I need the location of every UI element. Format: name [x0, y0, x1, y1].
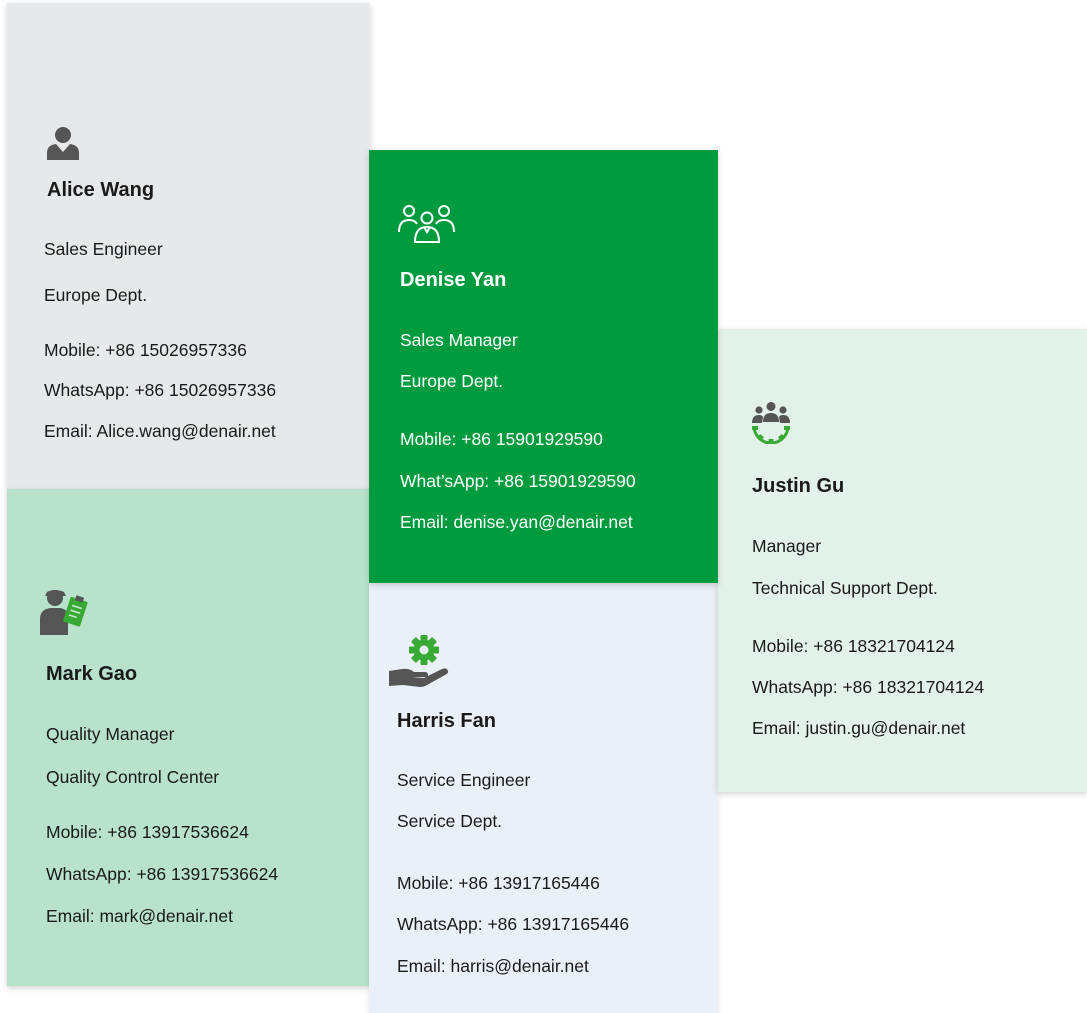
contact-email[interactable]: Email: mark@denair.net: [46, 906, 233, 927]
contact-department: Quality Control Center: [46, 767, 220, 787]
contact-card-mark-gao: Mark Gao Quality Manager Quality Control…: [7, 489, 370, 986]
contact-whatsapp: What’sApp: +86 15901929590: [400, 471, 636, 491]
contact-name: Alice Wang: [47, 179, 155, 201]
contact-mobile: Mobile: +86 15026957336: [44, 340, 247, 360]
contact-card-alice-wang: Alice Wang Sales Engineer Europe Dept. M…: [7, 3, 370, 489]
contact-title: Sales Engineer: [44, 239, 163, 259]
inspector-clipboard-icon: [40, 590, 88, 635]
contact-name: Harris Fan: [397, 710, 496, 732]
contact-name: Mark Gao: [46, 663, 138, 685]
contact-email[interactable]: Email: denise.yan@denair.net: [400, 512, 633, 533]
contact-mobile: Mobile: +86 18321704124: [752, 636, 955, 656]
contact-department: Europe Dept.: [400, 371, 504, 391]
contact-title: Manager: [752, 536, 822, 556]
team-icon: [398, 205, 455, 243]
contact-department: Europe Dept.: [44, 285, 148, 305]
contact-mobile: Mobile: +86 13917536624: [46, 822, 249, 842]
contact-email[interactable]: Email: Alice.wang@denair.net: [44, 421, 276, 442]
hand-gear-icon: [389, 635, 449, 687]
contact-name: Justin Gu: [752, 475, 845, 497]
contact-department: Service Dept.: [397, 811, 503, 831]
contact-whatsapp: WhatsApp: +86 13917536624: [46, 864, 279, 884]
contact-title: Service Engineer: [397, 770, 531, 790]
contact-whatsapp: WhatsApp: +86 18321704124: [752, 677, 985, 697]
contact-card-denise-yan: Denise Yan Sales Manager Europe Dept. Mo…: [369, 150, 718, 583]
contact-title: Quality Manager: [46, 724, 175, 744]
contact-card-justin-gu: Justin Gu Manager Technical Support Dept…: [718, 329, 1087, 792]
contact-name: Denise Yan: [400, 269, 507, 291]
contact-mobile: Mobile: +86 13917165446: [397, 873, 600, 893]
contact-mobile: Mobile: +86 15901929590: [400, 429, 603, 449]
contact-whatsapp: WhatsApp: +86 13917165446: [397, 914, 630, 934]
contact-whatsapp: WhatsApp: +86 15026957336: [44, 380, 277, 400]
contact-department: Technical Support Dept.: [752, 578, 938, 598]
contact-email[interactable]: Email: justin.gu@denair.net: [752, 718, 965, 739]
contact-title: Sales Manager: [400, 330, 518, 350]
person-icon: [47, 127, 79, 160]
team-gear-icon: [752, 402, 790, 444]
contact-email[interactable]: Email: harris@denair.net: [397, 956, 589, 977]
contact-card-harris-fan: Harris Fan Service Engineer Service Dept…: [369, 583, 718, 1013]
